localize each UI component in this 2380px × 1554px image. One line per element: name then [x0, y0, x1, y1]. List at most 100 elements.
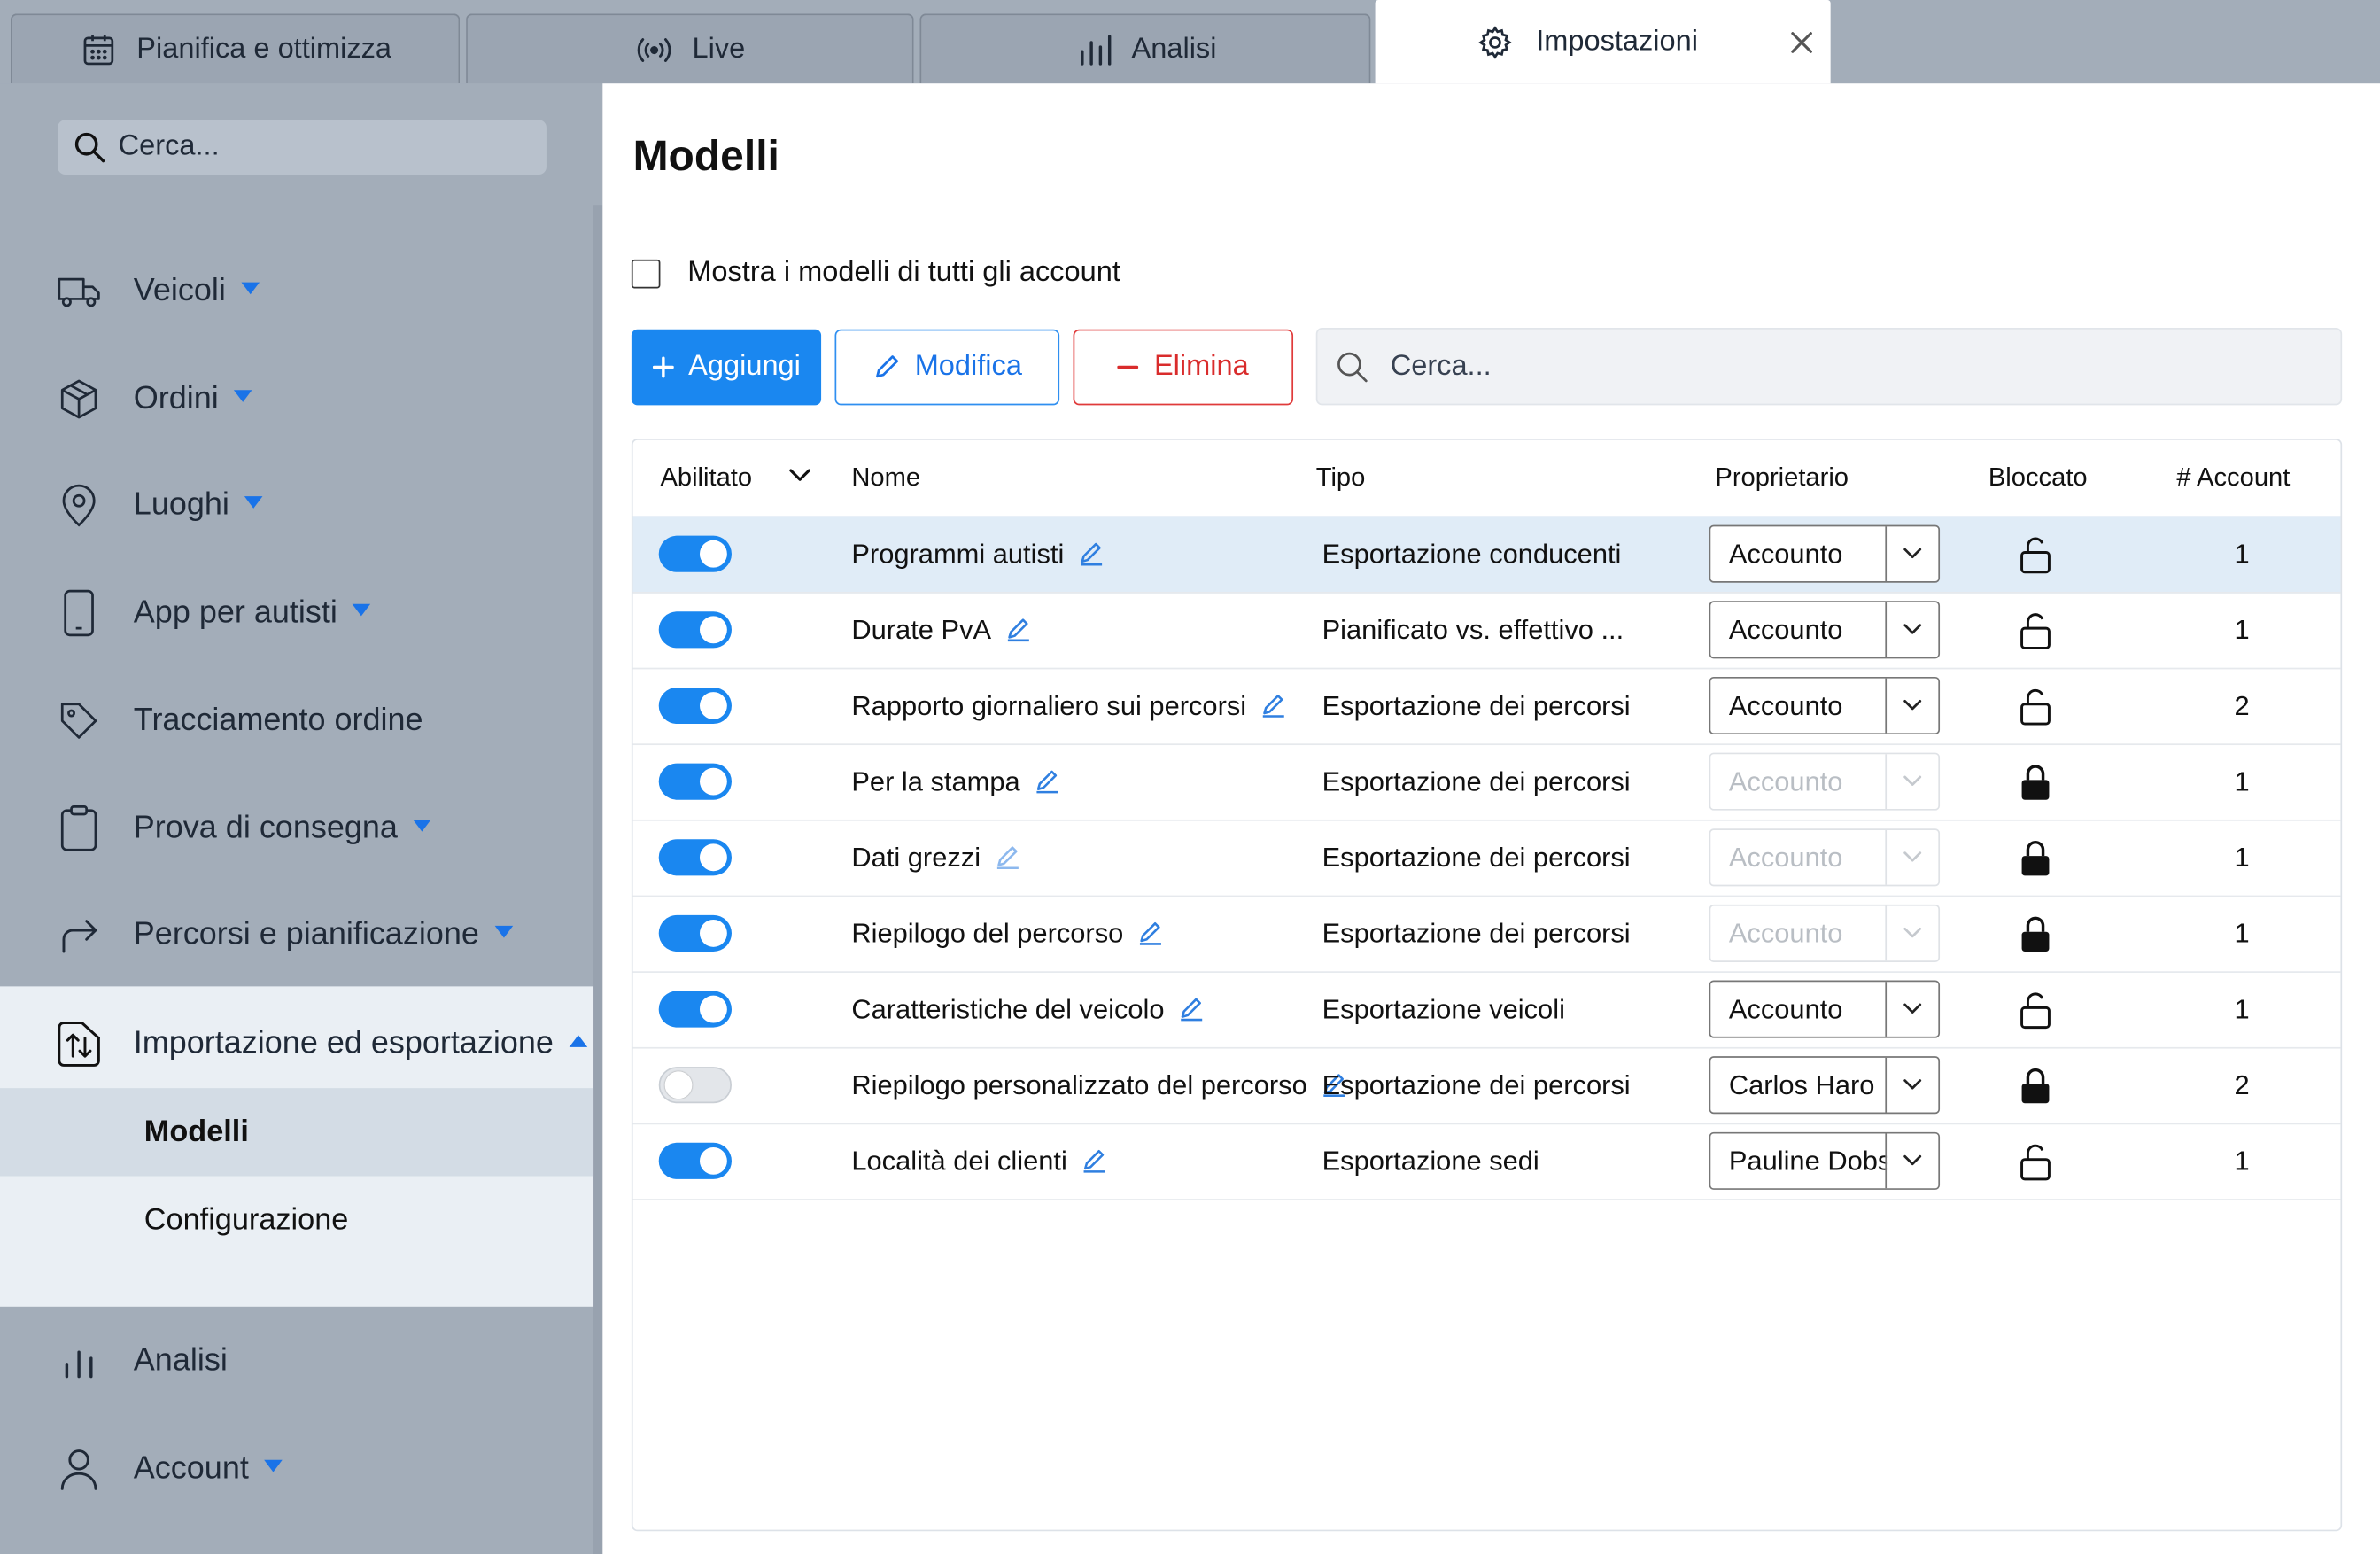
- sidebar-item-app-autisti[interactable]: App per autisti: [0, 573, 593, 652]
- owner-select[interactable]: Accounto: [1709, 676, 1941, 735]
- caret-down-icon: [413, 820, 431, 833]
- header-enabled[interactable]: Abilitato: [660, 462, 752, 493]
- enabled-toggle[interactable]: [658, 914, 732, 952]
- header-type[interactable]: Tipo: [1316, 462, 1366, 493]
- table-row[interactable]: Programmi autisti Esportazione conducenti…: [632, 516, 2341, 594]
- sidebar-item-import-export[interactable]: Importazione ed esportazione: [0, 1005, 593, 1084]
- close-icon[interactable]: [1785, 26, 1818, 59]
- name-cell: Dati grezzi: [851, 820, 1019, 896]
- owner-select[interactable]: Carlos Haro: [1709, 1056, 1941, 1115]
- delete-button[interactable]: Elimina: [1073, 329, 1294, 406]
- owner-value: Accounto: [1728, 765, 1843, 796]
- account-count: 1: [2234, 614, 2250, 645]
- enabled-toggle[interactable]: [658, 991, 732, 1028]
- show-all-accounts-option[interactable]: Mostra i modelli di tutti gli account: [631, 256, 1120, 290]
- account-count: 1: [2234, 1146, 2250, 1177]
- sidebar-item-label: Ordini: [133, 380, 219, 416]
- sidebar-item-label: Veicoli: [133, 273, 226, 308]
- enabled-toggle[interactable]: [658, 1067, 732, 1104]
- search-icon: [1336, 350, 1369, 384]
- edit-button[interactable]: Modifica: [834, 329, 1060, 406]
- pencil-icon[interactable]: [996, 845, 1019, 870]
- owner-select[interactable]: Pauline Dobso: [1709, 1131, 1941, 1190]
- pencil-icon[interactable]: [1180, 997, 1204, 1022]
- pencil-icon[interactable]: [1082, 1149, 1106, 1173]
- tab-live[interactable]: Live: [466, 13, 914, 84]
- sidebar-item-label: Analisi: [133, 1342, 228, 1379]
- name-cell: Durate PvA: [851, 592, 1030, 668]
- sidebar-item-veicoli[interactable]: Veicoli: [0, 252, 593, 330]
- search-icon: [73, 130, 106, 164]
- owner-select[interactable]: Accounto: [1709, 601, 1941, 659]
- lock-open-icon[interactable]: [2017, 1143, 2053, 1183]
- enabled-toggle[interactable]: [658, 611, 732, 649]
- table-row[interactable]: Per la stampa Esportazione dei percorsi Ac…: [632, 743, 2341, 821]
- sidebar-item-prova-consegna[interactable]: Prova di consegna: [0, 789, 593, 868]
- enabled-toggle[interactable]: [658, 839, 732, 876]
- lock-open-icon[interactable]: [2017, 536, 2053, 576]
- show-all-checkbox[interactable]: [631, 259, 661, 288]
- header-name[interactable]: Nome: [851, 462, 920, 493]
- header-accounts[interactable]: # Account: [2176, 462, 2290, 493]
- template-name: Per la stampa: [851, 765, 1020, 796]
- sidebar-item-ordini[interactable]: Ordini: [0, 360, 593, 439]
- sidebar-item-account[interactable]: Account: [0, 1430, 593, 1509]
- table-row[interactable]: Durate PvA Pianificato vs. effettivo ... A…: [632, 592, 2341, 670]
- pencil-icon[interactable]: [1006, 618, 1030, 642]
- owner-select: Accounto: [1709, 828, 1941, 887]
- sidebar-item-percorsi[interactable]: Percorsi e pianificazione: [0, 896, 593, 975]
- lock-closed-icon[interactable]: [2017, 915, 2053, 955]
- type-cell: Esportazione dei percorsi: [1322, 689, 1631, 720]
- sidebar-item-analisi[interactable]: Analisi: [0, 1322, 593, 1401]
- truck-icon: [55, 267, 104, 315]
- add-button[interactable]: Aggiungi: [631, 329, 822, 406]
- sidebar-subitem-configurazione[interactable]: Configurazione: [0, 1176, 593, 1263]
- enabled-toggle[interactable]: [658, 1142, 732, 1179]
- user-icon: [55, 1445, 104, 1494]
- header-owner[interactable]: Proprietario: [1715, 462, 1849, 493]
- sidebar-item-luoghi[interactable]: Luoghi: [0, 466, 593, 545]
- table-row[interactable]: Riepilogo personalizzato del percorso Esp…: [632, 1047, 2341, 1125]
- pencil-icon[interactable]: [1079, 542, 1103, 566]
- enabled-toggle[interactable]: [658, 535, 732, 572]
- sidebar-scrollbar[interactable]: [593, 205, 603, 1554]
- tab-analisi[interactable]: Analisi: [919, 13, 1371, 84]
- pencil-icon[interactable]: [1138, 921, 1162, 945]
- lock-closed-icon[interactable]: [2017, 839, 2053, 879]
- header-locked[interactable]: Bloccato: [1989, 462, 2088, 493]
- plus-icon: [652, 356, 674, 378]
- sidebar-item-tracciamento[interactable]: Tracciamento ordine: [0, 681, 593, 760]
- tab-impostazioni[interactable]: Impostazioni: [1375, 0, 1831, 84]
- table-row[interactable]: Riepilogo del percorso Esportazione dei p…: [632, 896, 2341, 973]
- package-icon: [55, 375, 104, 423]
- table-header: Abilitato Nome Tipo Proprietario Bloccat…: [632, 440, 2341, 518]
- name-cell: Caratteristiche del veicolo: [851, 971, 1204, 1047]
- sidebar-item-label: Account: [133, 1450, 249, 1486]
- delete-button-label: Elimina: [1153, 350, 1249, 383]
- name-cell: Programmi autisti: [851, 516, 1104, 592]
- caret-down-icon: [352, 604, 371, 618]
- pencil-icon[interactable]: [1035, 769, 1059, 794]
- table-row[interactable]: Caratteristiche del veicolo Esportazione …: [632, 971, 2341, 1049]
- pencil-icon[interactable]: [1261, 694, 1285, 718]
- enabled-toggle[interactable]: [658, 763, 732, 800]
- chevron-down-icon[interactable]: [787, 462, 814, 489]
- bar-chart-icon: [1074, 29, 1113, 69]
- search-input[interactable]: Cerca...: [1315, 327, 2343, 406]
- enabled-toggle[interactable]: [658, 687, 732, 725]
- lock-open-icon[interactable]: [2017, 611, 2053, 651]
- sidebar-subitem-modelli[interactable]: Modelli: [0, 1088, 594, 1177]
- sidebar-item-label: App per autisti: [133, 594, 337, 630]
- account-count: 2: [2234, 1069, 2250, 1100]
- lock-closed-icon[interactable]: [2017, 1067, 2053, 1107]
- owner-select[interactable]: Accounto: [1709, 524, 1941, 583]
- owner-select[interactable]: Accounto: [1709, 980, 1941, 1038]
- table-row[interactable]: Rapporto giornaliero sui percorsi Esporta…: [632, 668, 2341, 746]
- table-row[interactable]: Località dei clienti Esportazione sedi Pau…: [632, 1123, 2341, 1200]
- lock-open-icon[interactable]: [2017, 991, 2053, 1031]
- tab-pianifica[interactable]: Pianifica e ottimizza: [10, 13, 461, 84]
- lock-closed-icon[interactable]: [2017, 764, 2053, 804]
- table-row[interactable]: Dati grezzi Esportazione dei percorsi Acco…: [632, 820, 2341, 897]
- lock-open-icon[interactable]: [2017, 688, 2053, 727]
- sidebar-search-input[interactable]: Cerca...: [58, 120, 547, 175]
